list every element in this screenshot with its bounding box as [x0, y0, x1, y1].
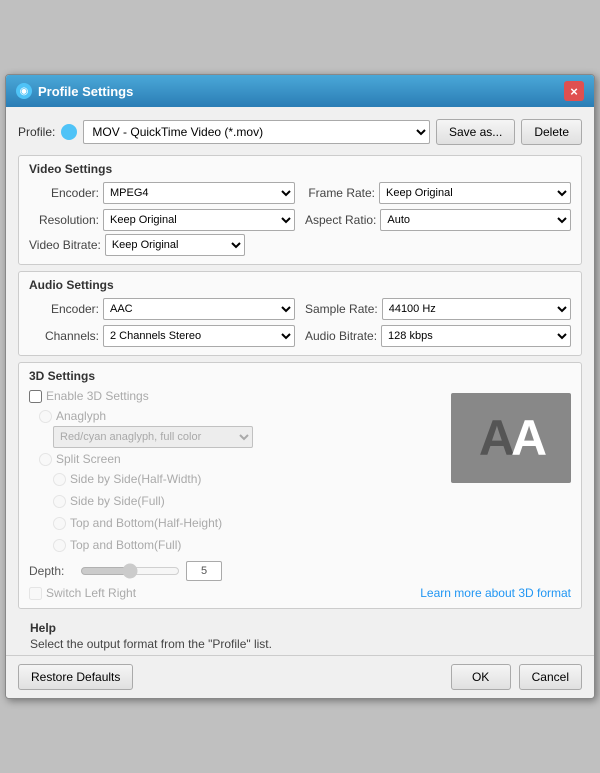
switch-left-right-container: Switch Left Right: [29, 586, 136, 600]
encoder-label: Encoder:: [29, 186, 99, 200]
dialog-body: Profile: MOV - QuickTime Video (*.mov) S…: [6, 107, 594, 655]
audio-bitrate-label: Audio Bitrate:: [305, 329, 377, 343]
3d-preview-box: AA: [451, 393, 571, 483]
app-icon: ◉: [16, 83, 32, 99]
profile-select[interactable]: MOV - QuickTime Video (*.mov): [83, 120, 430, 144]
audio-encoder-row: Encoder: AAC: [29, 298, 295, 320]
3d-settings-section: 3D Settings AA Enable 3D Settings Anagly…: [18, 362, 582, 609]
close-button[interactable]: ×: [564, 81, 584, 101]
depth-label: Depth:: [29, 564, 74, 578]
side-by-side-full-label: Side by Side(Full): [70, 494, 165, 508]
channels-label: Channels:: [29, 329, 99, 343]
split-screen-label[interactable]: Split Screen: [56, 452, 121, 466]
dialog-title: Profile Settings: [38, 84, 564, 99]
side-by-side-half-radio[interactable]: [53, 473, 66, 486]
encoder-select[interactable]: MPEG4: [103, 182, 295, 204]
top-bottom-half-radio[interactable]: [53, 517, 66, 530]
resolution-row: Resolution: Keep Original: [29, 209, 295, 231]
resolution-select[interactable]: Keep Original: [103, 209, 295, 231]
anaglyph-type-select[interactable]: Red/cyan anaglyph, full color: [53, 426, 253, 448]
depth-value-input[interactable]: [186, 561, 222, 581]
audio-encoder-label: Encoder:: [29, 302, 99, 316]
sample-rate-label: Sample Rate:: [305, 302, 378, 316]
anaglyph-radio[interactable]: [39, 410, 52, 423]
side-by-side-full-radio[interactable]: [53, 495, 66, 508]
footer: Restore Defaults OK Cancel: [6, 655, 594, 698]
audio-bitrate-row: Audio Bitrate: 128 kbps: [305, 325, 571, 347]
3d-settings-title: 3D Settings: [29, 369, 571, 383]
audio-settings-title: Audio Settings: [29, 278, 571, 292]
aspect-ratio-row: Aspect Ratio: Auto: [305, 209, 571, 231]
frame-rate-select[interactable]: Keep Original: [379, 182, 571, 204]
resolution-label: Resolution:: [29, 213, 99, 227]
switch-left-right-checkbox[interactable]: [29, 587, 42, 600]
top-bottom-half-label: Top and Bottom(Half-Height): [70, 516, 222, 530]
aspect-ratio-select[interactable]: Auto: [380, 209, 571, 231]
sample-rate-row: Sample Rate: 44100 Hz: [305, 298, 571, 320]
split-screen-radio[interactable]: [39, 453, 52, 466]
channels-row: Channels: 2 Channels Stereo: [29, 325, 295, 347]
top-bottom-half-row: Top and Bottom(Half-Height): [53, 516, 571, 530]
sample-rate-select[interactable]: 44100 Hz: [382, 298, 571, 320]
frame-rate-row: Frame Rate: Keep Original: [305, 182, 571, 204]
audio-settings-section: Audio Settings Encoder: AAC Sample Rate:…: [18, 271, 582, 356]
video-bitrate-label: Video Bitrate:: [29, 238, 101, 252]
ok-button[interactable]: OK: [451, 664, 511, 690]
frame-rate-label: Frame Rate:: [305, 186, 375, 200]
top-bottom-full-label: Top and Bottom(Full): [70, 538, 181, 552]
delete-button[interactable]: Delete: [521, 119, 582, 145]
top-bottom-full-row: Top and Bottom(Full): [53, 538, 571, 552]
channels-select[interactable]: 2 Channels Stereo: [103, 325, 295, 347]
title-bar: ◉ Profile Settings ×: [6, 75, 594, 107]
video-settings-title: Video Settings: [29, 162, 571, 176]
footer-right: OK Cancel: [451, 664, 582, 690]
audio-encoder-select[interactable]: AAC: [103, 298, 295, 320]
enable-3d-checkbox[interactable]: [29, 390, 42, 403]
video-settings-section: Video Settings Encoder: MPEG4 Frame Rate…: [18, 155, 582, 265]
video-bitrate-row: Video Bitrate: Keep Original: [29, 234, 571, 256]
side-by-side-full-row: Side by Side(Full): [53, 494, 571, 508]
audio-bitrate-select[interactable]: 128 kbps: [381, 325, 571, 347]
profile-row: Profile: MOV - QuickTime Video (*.mov) S…: [18, 115, 582, 149]
profile-label: Profile:: [18, 125, 55, 139]
anaglyph-label[interactable]: Anaglyph: [56, 409, 106, 423]
video-bitrate-select[interactable]: Keep Original: [105, 234, 245, 256]
help-text: Select the output format from the "Profi…: [30, 637, 570, 651]
save-as-button[interactable]: Save as...: [436, 119, 515, 145]
learn-more-link[interactable]: Learn more about 3D format: [420, 586, 571, 600]
enable-3d-label[interactable]: Enable 3D Settings: [46, 389, 149, 403]
help-section: Help Select the output format from the "…: [18, 615, 582, 655]
profile-icon: [61, 124, 77, 140]
depth-slider[interactable]: [80, 563, 180, 579]
restore-defaults-button[interactable]: Restore Defaults: [18, 664, 133, 690]
top-bottom-full-radio[interactable]: [53, 539, 66, 552]
switch-row: Switch Left Right Learn more about 3D fo…: [29, 586, 571, 600]
depth-row: Depth:: [29, 561, 571, 581]
switch-left-right-label: Switch Left Right: [46, 586, 136, 600]
side-by-side-half-label: Side by Side(Half-Width): [70, 472, 201, 486]
cancel-button[interactable]: Cancel: [519, 664, 582, 690]
help-title: Help: [30, 621, 570, 635]
preview-aa: AA: [479, 409, 543, 467]
encoder-row: Encoder: MPEG4: [29, 182, 295, 204]
aspect-ratio-label: Aspect Ratio:: [305, 213, 376, 227]
